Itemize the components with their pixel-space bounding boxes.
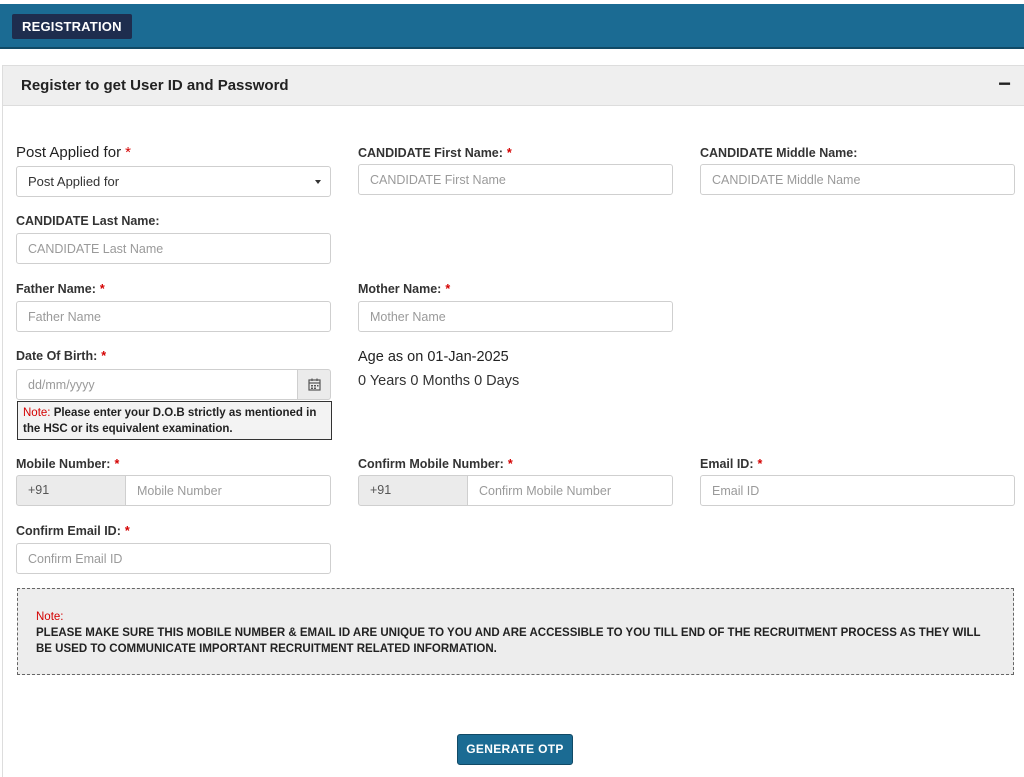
mobile-input[interactable] [125,475,331,506]
dob-label: Date Of Birth: * [16,349,107,363]
last-name-input[interactable] [16,233,331,264]
panel-title: Register to get User ID and Password [21,77,289,94]
confirm-email-label: Confirm Email ID: * [16,524,130,538]
post-applied-label: Post Applied for * [16,144,131,161]
confirm-email-input[interactable] [16,543,331,574]
mobile-country-code: +91 [16,475,126,506]
email-label: Email ID: * [700,457,763,471]
mother-name-label: Mother Name: * [358,282,451,296]
dob-note-text: Please enter your D.O.B strictly as ment… [23,407,317,435]
last-name-label: CANDIDATE Last Name: [16,214,160,228]
required-marker: * [757,457,763,471]
required-marker: * [114,457,120,471]
confirm-mobile-label: Confirm Mobile Number: * [358,457,513,471]
first-name-input[interactable] [358,164,673,195]
dob-input[interactable] [16,369,298,400]
required-marker: * [124,524,130,538]
age-value: 0 Years 0 Months 0 Days [358,373,520,389]
notice-text: PLEASE MAKE SURE THIS MOBILE NUMBER & EM… [36,627,981,655]
confirm-mobile-country-code: +91 [358,475,468,506]
required-marker: * [445,282,451,296]
age-title: Age as on 01-Jan-2025 [358,349,509,365]
notice-title: Note: [36,611,64,623]
email-input[interactable] [700,475,1015,506]
dob-note-prefix: Note: [23,407,51,419]
required-marker: * [99,282,105,296]
mobile-label: Mobile Number: * [16,457,120,471]
middle-name-input[interactable] [700,164,1015,195]
middle-name-label: CANDIDATE Middle Name: [700,146,858,160]
mother-name-input[interactable] [358,301,673,332]
generate-otp-button[interactable]: GENERATE OTP [457,734,573,765]
uniqueness-notice: Note: PLEASE MAKE SURE THIS MOBILE NUMBE… [17,588,1014,675]
post-applied-select[interactable]: Post Applied for [16,166,331,197]
dob-note: Note: Please enter your D.O.B strictly a… [17,401,332,440]
required-marker: * [506,146,512,160]
panel-header: Register to get User ID and Password − [3,66,1024,106]
first-name-label: CANDIDATE First Name: * [358,146,512,160]
registration-panel: Register to get User ID and Password − P… [2,65,1024,777]
required-marker: * [101,349,107,363]
father-name-input[interactable] [16,301,331,332]
caret-down-icon [315,180,321,184]
post-applied-selected: Post Applied for [28,174,120,189]
father-name-label: Father Name: * [16,282,105,296]
required-marker: * [507,457,513,471]
confirm-mobile-input[interactable] [467,475,673,506]
registration-tab[interactable]: REGISTRATION [12,14,132,39]
calendar-icon [308,378,321,391]
collapse-icon[interactable]: − [998,73,1011,95]
required-marker: * [125,144,131,161]
calendar-button[interactable] [297,369,331,400]
top-header-bar: REGISTRATION [0,4,1024,49]
